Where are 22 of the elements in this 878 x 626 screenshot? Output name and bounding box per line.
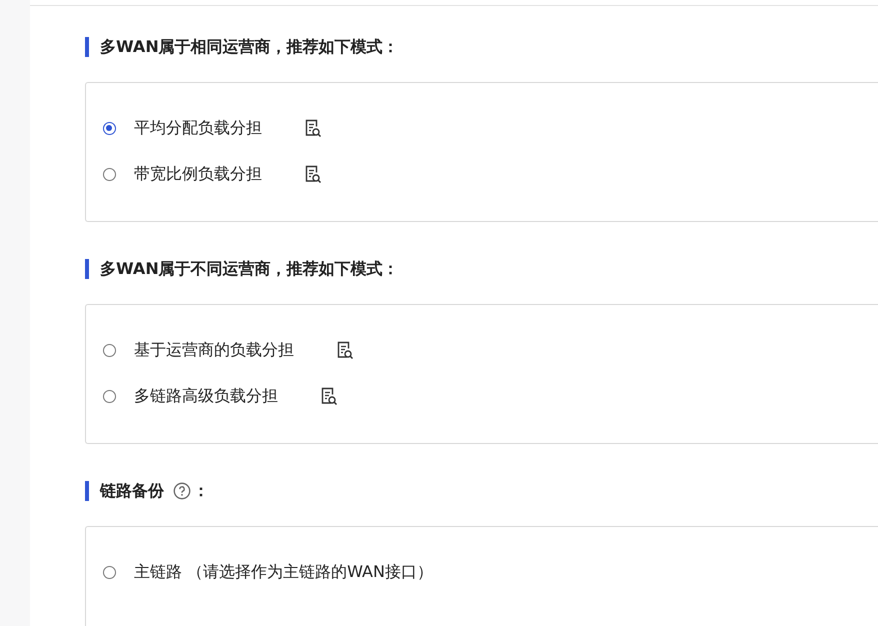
option-label[interactable]: 平均分配负载分担 [134, 118, 262, 138]
radio-button[interactable] [103, 390, 116, 402]
radio-button[interactable] [103, 566, 116, 578]
option-label[interactable]: 主链路 （请选择作为主链路的WAN接口） [134, 562, 433, 582]
heading-marker [85, 481, 89, 501]
radio-button[interactable] [103, 168, 116, 180]
colon-text: ： [193, 480, 209, 502]
option-label[interactable]: 带宽比例负载分担 [134, 164, 262, 184]
document-search-icon[interactable] [320, 386, 338, 406]
heading-marker [85, 37, 89, 57]
document-search-icon[interactable] [304, 118, 322, 138]
section-title: 多WAN属于不同运营商，推荐如下模式： [100, 258, 399, 280]
heading-marker [85, 259, 89, 279]
option-label[interactable]: 基于运营商的负载分担 [134, 340, 294, 360]
help-icon[interactable] [173, 482, 191, 500]
document-search-icon[interactable] [336, 340, 354, 360]
radio-button[interactable] [103, 344, 116, 356]
section-title: 多WAN属于相同运营商，推荐如下模式： [100, 36, 399, 58]
option-label[interactable]: 多链路高级负载分担 [134, 386, 278, 406]
section-title: 链路备份 [100, 480, 164, 502]
document-search-icon[interactable] [304, 164, 322, 184]
radio-button[interactable] [103, 122, 116, 134]
